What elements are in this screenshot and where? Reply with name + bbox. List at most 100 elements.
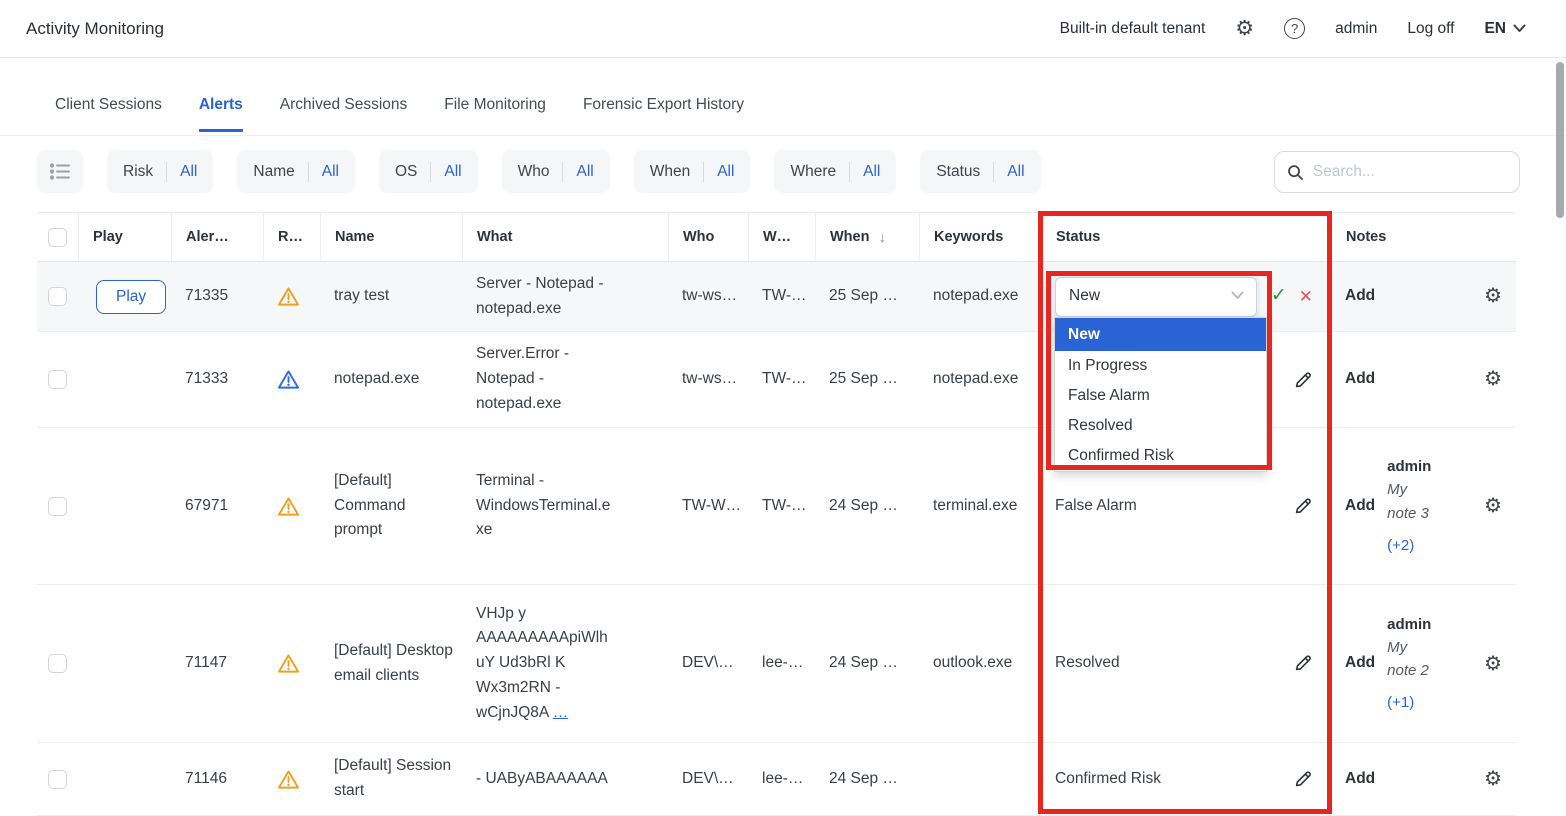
what-cell: Server - Notepad - notepad.exe bbox=[462, 272, 668, 322]
status-text: Confirmed Risk bbox=[1055, 767, 1293, 792]
column-header-label: Status bbox=[1056, 229, 1100, 245]
row-checkbox-cell bbox=[37, 370, 78, 389]
logoff-button[interactable]: Log off bbox=[1407, 20, 1454, 38]
column-header-label: R… bbox=[278, 229, 303, 245]
status-option-in-progress[interactable]: In Progress bbox=[1055, 351, 1266, 381]
row-checkbox-cell bbox=[37, 287, 78, 306]
search-input[interactable] bbox=[1313, 163, 1507, 181]
who-cell: tw-ws… bbox=[668, 367, 748, 392]
column-header-label: What bbox=[477, 229, 512, 245]
column-header-label: Aler… bbox=[186, 229, 229, 245]
column-header-aler: Aler… bbox=[171, 213, 263, 261]
risk-cell bbox=[263, 653, 320, 674]
note-more-link[interactable]: (+1) bbox=[1387, 691, 1439, 714]
name-cell: [Default] Command prompt bbox=[320, 469, 462, 543]
status-select[interactable]: New bbox=[1055, 277, 1257, 317]
row-checkbox-cell bbox=[37, 654, 78, 673]
status-option-resolved[interactable]: Resolved bbox=[1055, 411, 1266, 441]
chevron-down-icon bbox=[1231, 284, 1244, 309]
warning-triangle-blue-icon bbox=[277, 369, 320, 390]
row-settings-gear-icon[interactable]: ⚙ bbox=[1484, 286, 1502, 306]
row-checkbox[interactable] bbox=[48, 770, 67, 789]
filter-label: When bbox=[650, 163, 691, 181]
add-note-button[interactable]: Add bbox=[1345, 767, 1375, 792]
what-expand-link[interactable]: … bbox=[553, 704, 569, 721]
note-more-link[interactable]: (+2) bbox=[1387, 534, 1439, 557]
language-selector[interactable]: EN bbox=[1484, 20, 1526, 38]
play-button[interactable]: Play bbox=[96, 280, 166, 314]
where-cell: lee-… bbox=[748, 651, 815, 676]
vertical-scrollbar-thumb[interactable] bbox=[1556, 62, 1564, 218]
tab-forensic-export-history[interactable]: Forensic Export History bbox=[583, 96, 744, 132]
confirm-status-icon[interactable]: ✓ bbox=[1271, 281, 1287, 311]
notes-cell: Add adminMy note 2(+1) ⚙ bbox=[1331, 613, 1516, 715]
view-options-button[interactable] bbox=[37, 150, 83, 193]
filter-pill-divider bbox=[993, 162, 994, 182]
tenant-name: Built-in default tenant bbox=[1060, 20, 1206, 38]
filter-pill-who[interactable]: WhoAll bbox=[502, 150, 610, 193]
table-row: 71333 notepad.exe Server.Error - Notepad -… bbox=[37, 332, 1516, 428]
edit-status-icon[interactable] bbox=[1293, 653, 1313, 673]
settings-gear-icon[interactable]: ⚙ bbox=[1235, 18, 1254, 39]
who-cell: tw-ws… bbox=[668, 284, 748, 309]
edit-status-icon[interactable] bbox=[1293, 496, 1313, 516]
status-option-false-alarm[interactable]: False Alarm bbox=[1055, 381, 1266, 411]
tab-file-monitoring[interactable]: File Monitoring bbox=[444, 96, 546, 132]
status-option-confirmed-risk[interactable]: Confirmed Risk bbox=[1055, 441, 1266, 471]
row-checkbox[interactable] bbox=[48, 497, 67, 516]
select-all-checkbox[interactable] bbox=[48, 228, 67, 247]
note-author: admin bbox=[1387, 613, 1439, 636]
keywords-cell: notepad.exe bbox=[919, 367, 1041, 392]
status-option-new[interactable]: New bbox=[1055, 318, 1266, 351]
where-cell: TW-… bbox=[748, 284, 815, 309]
what-text: Server.Error - Notepad - notepad.exe bbox=[476, 342, 616, 416]
tab-archived-sessions[interactable]: Archived Sessions bbox=[280, 96, 408, 132]
edit-status-icon[interactable] bbox=[1293, 769, 1313, 789]
filter-pill-risk[interactable]: RiskAll bbox=[107, 150, 213, 193]
column-header-notes: Notes bbox=[1331, 213, 1516, 261]
cancel-status-icon[interactable]: ✕ bbox=[1299, 283, 1313, 310]
alert-id-cell: 71333 bbox=[171, 367, 263, 392]
row-checkbox[interactable] bbox=[48, 287, 67, 306]
column-header-play: Play bbox=[78, 213, 171, 261]
language-label: EN bbox=[1484, 20, 1506, 38]
row-checkbox[interactable] bbox=[48, 370, 67, 389]
filter-pill-divider bbox=[430, 162, 431, 182]
column-header-label: Keywords bbox=[934, 229, 1003, 245]
column-header-w: W… bbox=[748, 213, 815, 261]
add-note-button[interactable]: Add bbox=[1345, 494, 1375, 519]
filter-label: Name bbox=[253, 163, 294, 181]
row-checkbox[interactable] bbox=[48, 654, 67, 673]
row-settings-gear-icon[interactable]: ⚙ bbox=[1484, 769, 1502, 789]
row-settings-gear-icon[interactable]: ⚙ bbox=[1484, 369, 1502, 389]
keywords-cell: outlook.exe bbox=[919, 651, 1041, 676]
note-block: adminMy note 2(+1) bbox=[1387, 613, 1439, 715]
note-text: My note 3 bbox=[1387, 478, 1439, 525]
filter-pill-where[interactable]: WhereAll bbox=[774, 150, 896, 193]
notes-cell: Add ⚙ bbox=[1331, 367, 1516, 392]
sort-descending-icon[interactable]: ↓ bbox=[878, 229, 886, 246]
what-cell: Server.Error - Notepad - notepad.exe bbox=[462, 342, 668, 416]
top-bar: Activity Monitoring Built-in default ten… bbox=[0, 0, 1566, 58]
row-settings-gear-icon[interactable]: ⚙ bbox=[1484, 496, 1502, 516]
tabs-divider bbox=[0, 135, 1566, 136]
edit-status-icon[interactable] bbox=[1293, 370, 1313, 390]
when-cell: 24 Sep … bbox=[815, 494, 919, 519]
tab-alerts[interactable]: Alerts bbox=[199, 96, 243, 132]
filter-pill-os[interactable]: OSAll bbox=[379, 150, 478, 193]
add-note-button[interactable]: Add bbox=[1345, 367, 1375, 392]
table-header-row: PlayAler…R…NameWhatWhoW…When↓KeywordsSta… bbox=[37, 212, 1516, 262]
help-icon[interactable]: ? bbox=[1284, 18, 1305, 39]
row-settings-gear-icon[interactable]: ⚙ bbox=[1484, 654, 1502, 674]
add-note-button[interactable]: Add bbox=[1345, 284, 1375, 309]
status-dropdown-panel: NewIn ProgressFalse AlarmResolvedConfirm… bbox=[1054, 317, 1267, 472]
alert-id-cell: 71147 bbox=[171, 651, 263, 676]
what-text: Terminal - WindowsTerminal.exe bbox=[476, 469, 616, 543]
filter-pill-divider bbox=[849, 162, 850, 182]
add-note-button[interactable]: Add bbox=[1345, 651, 1375, 676]
filter-pill-name[interactable]: NameAll bbox=[237, 150, 355, 193]
filter-pill-when[interactable]: WhenAll bbox=[634, 150, 751, 193]
tab-client-sessions[interactable]: Client Sessions bbox=[55, 96, 162, 132]
what-text-main: Server - Notepad - notepad.exe bbox=[476, 275, 604, 317]
filter-pill-status[interactable]: StatusAll bbox=[920, 150, 1040, 193]
